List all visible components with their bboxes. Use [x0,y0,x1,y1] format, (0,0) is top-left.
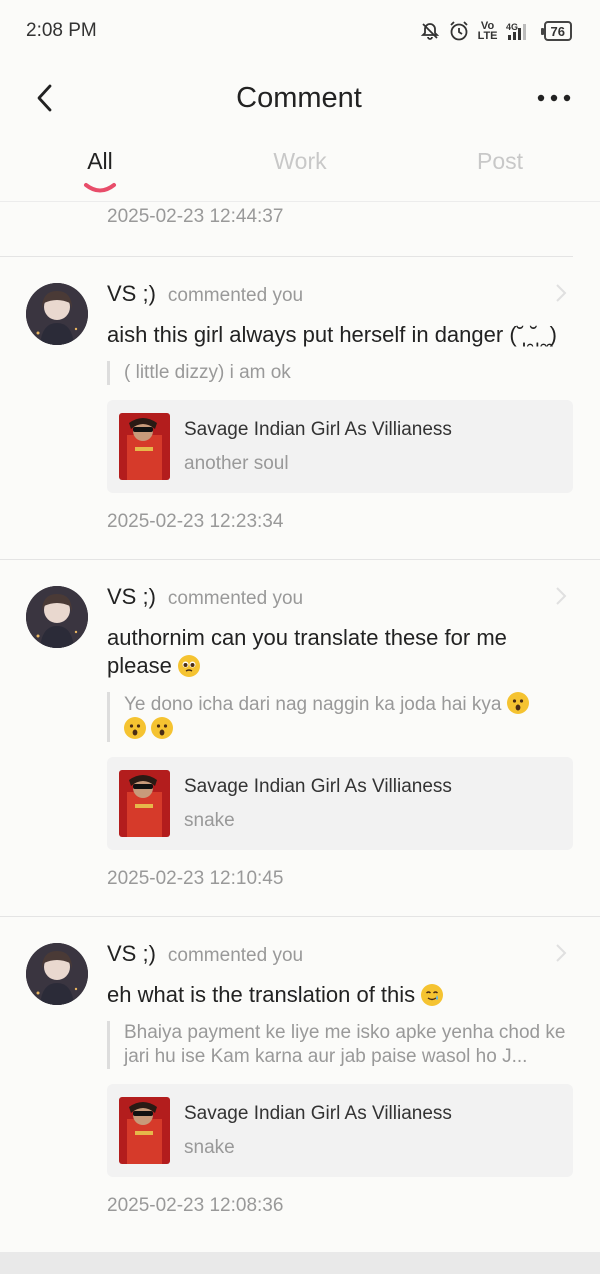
timestamp: 2025-02-23 12:44:37 [0,202,573,257]
book-title: Savage Indian Girl As Villianess [184,775,452,797]
svg-text:4G: 4G [506,22,518,32]
chapter-name: another soul [184,452,289,474]
bottom-bar [0,1252,600,1274]
chevron-right-icon [556,944,567,962]
back-arrow-icon [37,84,52,112]
page-title: Comment [236,81,362,114]
more-options-button[interactable] [532,76,576,120]
book-cover [119,770,170,837]
shocked-face-emoji-icon [151,717,174,739]
book-card[interactable]: Savage Indian Girl As Villianess snake [107,1084,573,1177]
chevron-right-icon [556,284,567,302]
action-text: commented you [167,588,304,609]
comment-text: aish this girl always put herself in dan… [107,322,557,347]
tab-post[interactable]: Post [400,148,600,175]
header: Comment [0,62,600,134]
book-card[interactable]: Savage Indian Girl As Villianess another… [107,400,573,493]
chapter-name: snake [184,1136,235,1158]
book-cover [119,413,170,480]
book-cover [119,1097,170,1164]
book-title: Savage Indian Girl As Villianess [184,418,452,440]
timestamp: 2025-02-23 12:08:36 [107,1195,284,1216]
tab-work-label: Work [273,148,327,174]
comment-text: eh what is the translation of this [107,982,416,1007]
book-title: Savage Indian Girl As Villianess [184,1102,452,1124]
signal-icon: 4G [506,22,526,40]
book-card[interactable]: Savage Indian Girl As Villianess snake [107,757,573,850]
shocked-face-emoji-icon [124,717,146,739]
timestamp: 2025-02-23 12:23:34 [107,511,284,532]
action-text: commented you [167,945,304,966]
username[interactable]: VS ;) [107,584,156,610]
tab-post-label: Post [476,148,524,174]
tab-work[interactable]: Work [200,148,400,175]
action-text: commented you [167,285,304,306]
volte-icon: Vo LTE [477,20,498,42]
chevron-right-icon [556,587,567,605]
quoted-reply: Ye dono icha dari nag naggin ka joda hai… [124,694,502,715]
comment-item[interactable]: VS ;) commented you aish this girl alway… [0,257,600,560]
active-tab-indicator [84,183,116,193]
shocked-face-emoji-icon [506,692,529,714]
quoted-reply-wrap: Ye dono icha dari nag naggin ka joda hai… [107,692,573,742]
comment-text-wrap: authornim can you translate these for me… [107,624,573,680]
avatar[interactable] [26,283,88,345]
more-dots-icon [537,94,571,102]
comment-text-wrap: eh what is the translation of this [107,981,573,1009]
comment-item[interactable]: VS ;) commented you eh what is the trans… [0,917,600,1243]
avatar[interactable] [26,943,88,1005]
notification-feed: 2025-02-23 12:44:37 VS ;) commented you … [0,202,600,1243]
comment-text: authornim can you translate these for me… [107,625,507,678]
status-time: 2:08 PM [26,20,97,41]
quoted-reply: ( little dizzy) i am ok [107,361,573,385]
timestamp: 2025-02-23 12:10:45 [107,868,284,889]
smiling-tear-emoji-icon [421,984,444,1006]
tab-all[interactable]: All [0,148,200,193]
username[interactable]: VS ;) [107,281,156,307]
avatar[interactable] [26,586,88,648]
status-icons: Vo LTE 4G 76 [420,20,572,42]
battery-icon: 76 [540,21,572,41]
back-button[interactable] [22,76,66,120]
chapter-name: snake [184,809,235,831]
pleading-face-emoji-icon [177,655,200,677]
mute-notification-icon [420,23,439,40]
username[interactable]: VS ;) [107,941,156,967]
tab-all-label: All [87,148,113,174]
tab-bar: All Work Post [0,134,600,202]
alarm-icon [449,21,468,41]
quoted-reply: Bhaiya payment ke liye me isko apke yenh… [107,1021,573,1069]
comment-item[interactable]: VS ;) commented you authornim can you tr… [0,560,600,917]
status-bar: 2:08 PM Vo LTE 4G 76 [0,0,600,62]
